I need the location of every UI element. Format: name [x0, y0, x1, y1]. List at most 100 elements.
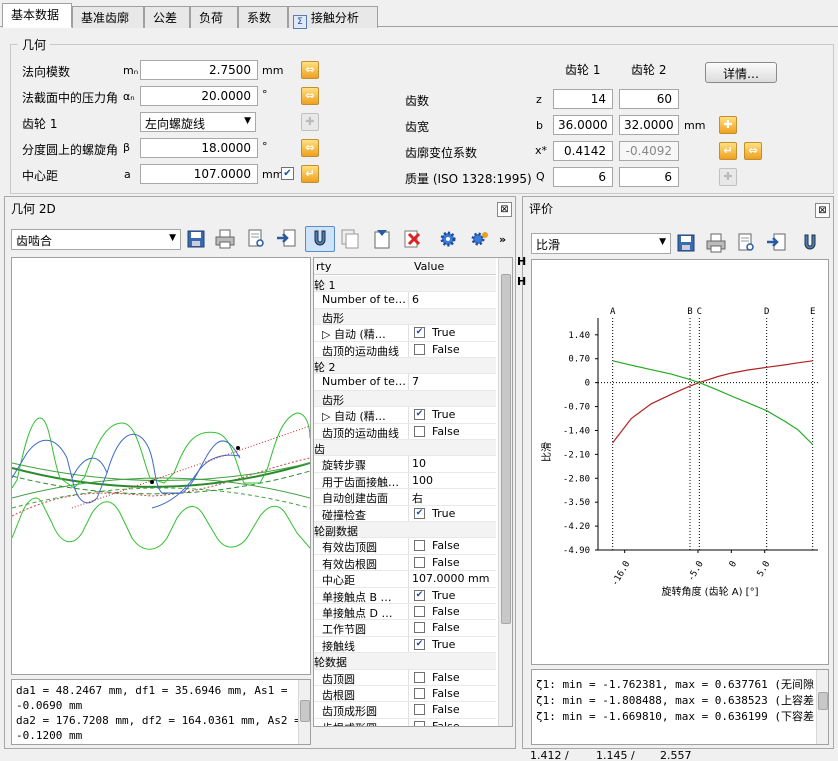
normal-module-input[interactable]: 2.7500 — [140, 60, 258, 80]
property-checkbox[interactable] — [414, 704, 425, 716]
face-width-gear2-input[interactable]: 32.0000 — [619, 115, 679, 135]
property-checkbox[interactable] — [414, 720, 425, 726]
property-row[interactable]: 工作节圆 False — [314, 620, 496, 637]
gears-settings-icon[interactable] — [437, 228, 459, 250]
property-row[interactable]: 齿形 — [314, 390, 496, 408]
export-icon[interactable] — [275, 228, 297, 250]
tab-basic-data[interactable]: 基本数据 — [2, 3, 72, 28]
face-width-gear1-input[interactable]: 36.0000 — [553, 115, 613, 135]
property-row[interactable]: 有效齿根圆 False — [314, 554, 496, 572]
print-preview-icon[interactable] — [245, 228, 267, 250]
quality-gear1-input[interactable]: 6 — [553, 167, 613, 187]
property-checkbox[interactable] — [414, 671, 425, 683]
property-row[interactable]: 碰撞检查 ✔ True — [314, 505, 496, 522]
convert-arrows-icon[interactable]: ⇔ — [301, 139, 319, 157]
paste-icon[interactable] — [371, 228, 393, 250]
helix-angle-input[interactable]: 18.0000 — [140, 138, 258, 158]
gear-mesh-canvas[interactable] — [11, 257, 311, 675]
property-checkbox[interactable]: ✔ — [414, 507, 425, 519]
property-row[interactable]: 接触线 ✔ True — [314, 636, 496, 654]
property-row[interactable]: 轮副数据 — [314, 522, 496, 539]
close-icon[interactable]: ⊠ — [497, 202, 512, 217]
center-distance-checkbox[interactable]: ✔ — [281, 167, 294, 180]
evaluation-select[interactable]: 比滑 ▼ — [531, 233, 671, 254]
export-icon[interactable] — [765, 232, 787, 254]
property-row[interactable]: 轮 1 — [314, 276, 496, 293]
property-row[interactable]: 齿顶成形圆 False — [314, 702, 496, 719]
tab-load[interactable]: 负荷 — [190, 6, 238, 28]
property-checkbox[interactable]: ✔ — [414, 589, 425, 601]
property-row[interactable]: 齿根成形圆 False — [314, 718, 496, 726]
profile-shift-gear1-input[interactable]: 0.4142 — [553, 141, 613, 161]
sliding-ratio-chart[interactable]: 比滑 旋转角度 (齿轮 A) [°] 1.40 0.70 0 -0.70 -1.40 -2… — [531, 259, 829, 665]
scroll-thumb[interactable] — [818, 692, 828, 710]
property-row[interactable]: Number of te… 6 — [314, 292, 496, 309]
property-row[interactable]: 齿顶圆 False — [314, 669, 496, 686]
property-row[interactable]: 齿根圆 False — [314, 686, 496, 703]
property-checkbox[interactable]: ✔ — [414, 327, 425, 339]
property-row[interactable]: 齿 — [314, 440, 496, 457]
gears-run-icon[interactable] — [469, 228, 491, 250]
convert-arrows-icon[interactable]: ⇔ — [301, 61, 319, 79]
property-row[interactable]: 中心距 107.0000 mm — [314, 571, 496, 588]
property-row[interactable]: ▷ 自动 (精… ✔ True — [314, 407, 496, 424]
property-row[interactable]: 有效齿顶圆 False — [314, 538, 496, 555]
property-checkbox[interactable] — [414, 343, 425, 355]
scroll-thumb[interactable] — [300, 700, 310, 722]
save-icon[interactable] — [675, 232, 697, 254]
geometry-output-text[interactable]: da1 = 48.2467 mm, df1 = 35.6946 mm, As1 … — [11, 679, 311, 745]
teeth-gear2-input[interactable]: 60 — [619, 89, 679, 109]
close-icon[interactable]: ⊠ — [815, 203, 830, 218]
evaluation-output-text[interactable]: ζ1: min = -1.762381, max = 0.637761 (无间隙… — [531, 669, 829, 745]
convert-arrows-icon[interactable]: ⇔ — [301, 87, 319, 105]
tab-contact-analysis[interactable]: Σ 接触分析 — [288, 6, 378, 29]
teeth-gear1-input[interactable]: 14 — [553, 89, 613, 109]
property-row[interactable]: Number of te… 7 — [314, 374, 496, 391]
property-checkbox[interactable] — [414, 606, 425, 617]
property-row[interactable]: 齿顶的运动曲线 False — [314, 341, 496, 358]
arrow-left-icon[interactable]: ↵ — [719, 142, 737, 160]
plus-icon[interactable]: ✚ — [719, 116, 737, 134]
more-icon[interactable]: » — [499, 233, 506, 246]
property-row[interactable]: 单接触点 D … False — [314, 604, 496, 621]
arrow-left-icon[interactable]: ↵ — [301, 165, 319, 183]
print-icon[interactable] — [214, 228, 236, 250]
delete-icon[interactable] — [401, 228, 423, 250]
property-row[interactable]: 用于齿面接触… 100 — [314, 472, 496, 490]
property-row[interactable]: 单接触点 B … ✔ True — [314, 587, 496, 604]
property-checkbox[interactable] — [414, 622, 425, 634]
property-checkbox[interactable] — [414, 540, 425, 552]
center-distance-input[interactable]: 107.0000 — [140, 164, 258, 184]
property-row[interactable]: 轮数据 — [314, 653, 496, 670]
print-icon[interactable] — [705, 232, 727, 254]
property-checkbox[interactable] — [414, 556, 425, 568]
property-row[interactable]: 齿顶的运动曲线 False — [314, 423, 496, 440]
output-scrollbar[interactable] — [816, 670, 828, 744]
helix-direction-select[interactable]: 左向螺旋线 ▼ — [140, 112, 256, 132]
profile-shift-gear2-input[interactable]: -0.4092 — [619, 141, 679, 161]
tab-reference-profile[interactable]: 基准齿廓 — [72, 6, 144, 28]
output-scrollbar[interactable] — [298, 680, 310, 744]
magnet-icon[interactable] — [799, 232, 821, 254]
view-select[interactable]: 齿啮合 ▼ — [11, 229, 181, 250]
property-grid-scrollbar[interactable] — [498, 258, 512, 726]
property-row[interactable]: 轮 2 — [314, 358, 496, 375]
convert-arrows-icon[interactable]: ⇔ — [744, 142, 762, 160]
property-row[interactable]: 齿形 — [314, 308, 496, 326]
property-checkbox[interactable] — [414, 688, 425, 699]
property-grid[interactable]: rty Value 轮 1 Number of te… 6 齿形 ▷ 自动 (精… ✔ Tr… — [313, 257, 513, 727]
print-preview-icon[interactable] — [735, 232, 757, 254]
quality-gear2-input[interactable]: 6 — [619, 167, 679, 187]
save-icon[interactable] — [185, 228, 207, 250]
property-checkbox[interactable] — [414, 425, 425, 437]
property-row[interactable]: 自动创建齿面 右 — [314, 489, 496, 506]
pressure-angle-input[interactable]: 20.0000 — [140, 86, 258, 106]
copy-icon[interactable] — [339, 228, 361, 250]
property-checkbox[interactable]: ✔ — [414, 409, 425, 421]
property-row[interactable]: ▷ 自动 (精… ✔ True — [314, 325, 496, 342]
scroll-thumb[interactable] — [501, 274, 511, 624]
tab-factors[interactable]: 系数 — [238, 6, 288, 28]
tab-tolerances[interactable]: 公差 — [144, 6, 190, 28]
details-button[interactable]: 详情… — [705, 62, 777, 83]
property-row[interactable]: 旋转步骤 10 — [314, 456, 496, 473]
